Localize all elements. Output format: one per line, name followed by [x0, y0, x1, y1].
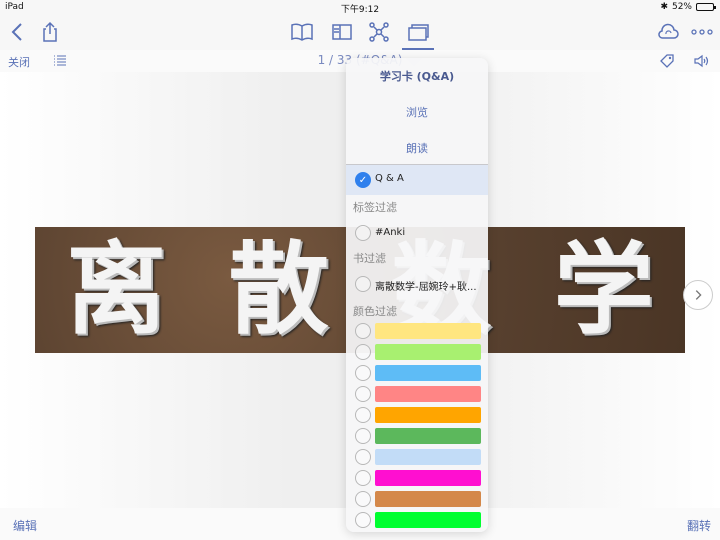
color-radio[interactable]: [355, 512, 371, 528]
color-swatch[interactable]: [375, 512, 481, 528]
card-char: 散: [228, 231, 329, 348]
popover-title: 学习卡 (Q&A): [379, 70, 455, 83]
speaker-icon[interactable]: [692, 52, 710, 70]
bluetooth-icon: ✱: [660, 2, 668, 12]
mindmap-icon[interactable]: [367, 20, 391, 44]
status-bar: iPad 下午9:12 ✱ 52%: [0, 0, 720, 15]
color-swatch[interactable]: [375, 428, 481, 444]
tag-radio[interactable]: [355, 225, 371, 241]
flashcard-icon[interactable]: [406, 20, 430, 44]
battery-percent: 52%: [671, 2, 692, 12]
flashcard-popover: 学习卡 (Q&A) 浏览 朗读 ✓ Q & A 标签过滤 #Anki 书过滤 离…: [346, 58, 488, 532]
color-radio[interactable]: [355, 407, 371, 423]
read-aloud-button[interactable]: 朗读: [346, 140, 488, 156]
checkmark-icon: ✓: [355, 172, 371, 188]
card-char: 学: [553, 231, 654, 348]
color-radio[interactable]: [355, 386, 371, 402]
tag-item-label[interactable]: #Anki: [375, 227, 405, 238]
battery-icon: [696, 3, 716, 11]
color-swatch[interactable]: [375, 386, 481, 402]
color-swatch[interactable]: [375, 407, 481, 423]
color-swatch[interactable]: [375, 491, 481, 507]
color-filter-header: 颜色过滤: [353, 305, 397, 318]
color-radio[interactable]: [355, 344, 371, 360]
back-chevron-icon[interactable]: [6, 20, 30, 44]
color-swatch[interactable]: [375, 323, 481, 339]
color-radio[interactable]: [355, 323, 371, 339]
book-filter-header: 书过滤: [353, 252, 386, 265]
book-item-label[interactable]: 离散数学-屈婉玲+耿...: [375, 278, 477, 293]
tag-filter-header: 标签过滤: [353, 201, 397, 214]
top-toolbar: [0, 14, 720, 50]
color-swatch[interactable]: [375, 470, 481, 486]
flip-button[interactable]: 翻转: [687, 517, 711, 534]
tag-icon[interactable]: [658, 52, 676, 70]
color-swatch[interactable]: [375, 449, 481, 465]
more-icon[interactable]: [690, 20, 714, 44]
browse-button[interactable]: 浏览: [346, 104, 488, 120]
card-char: 离: [66, 231, 167, 348]
color-radio[interactable]: [355, 428, 371, 444]
color-radio[interactable]: [355, 470, 371, 486]
edit-button[interactable]: 编辑: [13, 517, 37, 534]
color-radio[interactable]: [355, 365, 371, 381]
qa-label: Q & A: [375, 173, 404, 184]
color-radio[interactable]: [355, 491, 371, 507]
sidebar-view-icon[interactable]: [330, 20, 354, 44]
next-card-button[interactable]: [683, 280, 713, 310]
cloud-sync-icon[interactable]: [656, 20, 680, 44]
battery-status: ✱ 52%: [660, 2, 716, 12]
qa-mode-option[interactable]: ✓ Q & A: [346, 165, 488, 195]
book-radio[interactable]: [355, 276, 371, 292]
chevron-right-icon: [695, 290, 702, 300]
share-icon[interactable]: [38, 20, 62, 44]
color-swatch[interactable]: [375, 344, 481, 360]
color-radio[interactable]: [355, 449, 371, 465]
color-swatch[interactable]: [375, 365, 481, 381]
book-icon[interactable]: [290, 20, 314, 44]
